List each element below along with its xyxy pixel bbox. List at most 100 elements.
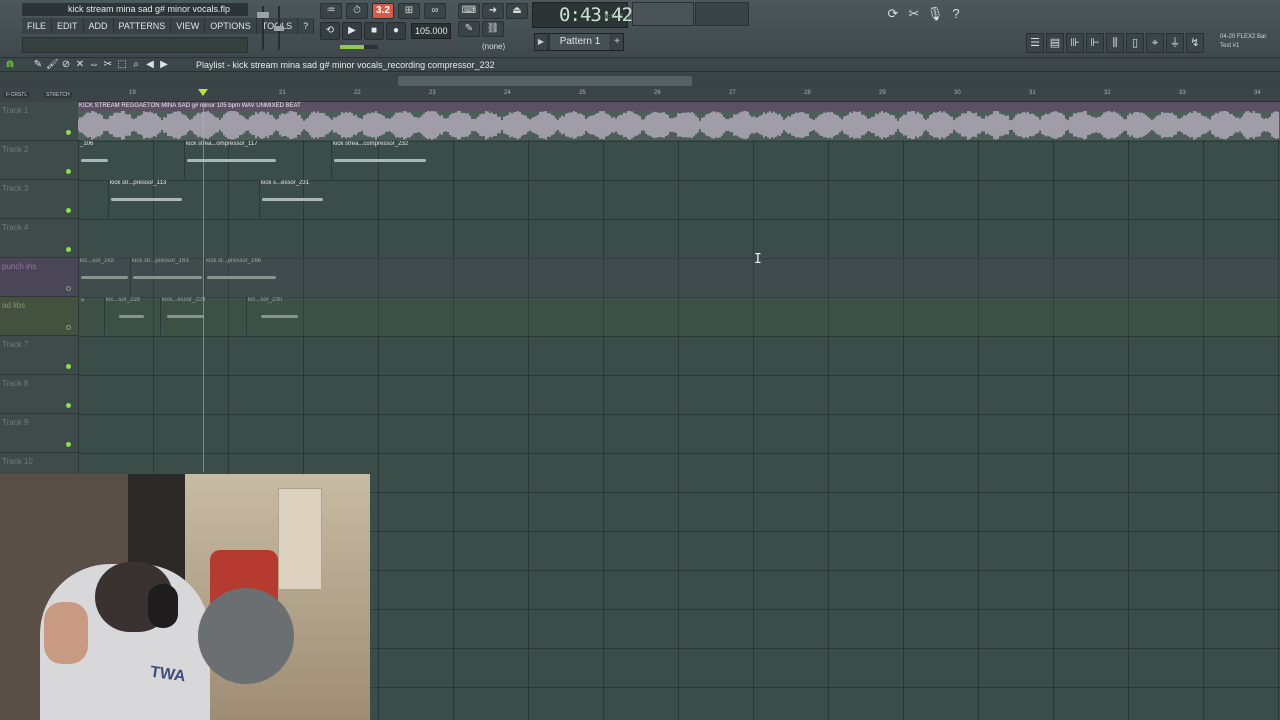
ruler-option-2[interactable]: STRETCH xyxy=(44,92,72,98)
menu-patterns[interactable]: PATTERNS xyxy=(113,18,172,34)
record-button[interactable]: ● xyxy=(386,22,406,40)
audio-clip-muted[interactable]: kick...essor_229 xyxy=(160,297,226,335)
countdown-icon[interactable]: ⏏ xyxy=(506,3,528,19)
metronome-icon[interactable]: ♒ xyxy=(320,3,342,19)
audio-clip-beat[interactable]: KICK STREAM REGGAETON MINA SAD g# minor … xyxy=(78,102,1280,140)
plugin-picker-icon[interactable]: ⌖ xyxy=(1146,33,1164,53)
menu-view[interactable]: VIEW xyxy=(171,18,206,34)
blend-notes-icon[interactable]: ⊞ xyxy=(398,3,420,19)
track-header[interactable]: Track 2 xyxy=(0,141,78,180)
channel-rack-icon[interactable]: ▤ xyxy=(1046,33,1064,53)
playlist-title[interactable]: Playlist - kick stream mina sad g# minor… xyxy=(196,58,495,72)
loop-record-icon[interactable]: ∞ xyxy=(424,3,446,19)
track-enable-led[interactable] xyxy=(66,130,71,135)
playback-tool-icon[interactable]: ◀ xyxy=(144,58,156,72)
time-ruler[interactable]: 19 21 22 23 24 25 26 27 28 29 30 31 32 3… xyxy=(78,88,1280,102)
wait-input-icon[interactable]: ⏱ xyxy=(346,3,368,19)
plugin-database-icon[interactable]: ▯ xyxy=(1126,33,1144,53)
piano-roll-icon[interactable]: ⊪ xyxy=(1066,33,1084,53)
mute-tool-icon[interactable]: ✕ xyxy=(74,58,86,72)
playlist-arrow-icon[interactable]: ▶ xyxy=(158,58,170,72)
menu-edit[interactable]: EDIT xyxy=(52,18,84,34)
clip-label: _106 xyxy=(80,141,94,147)
audio-clip-muted[interactable]: ✕ xyxy=(78,297,104,335)
horizontal-scrollbar[interactable] xyxy=(398,76,692,86)
tools-icon[interactable]: ✂ xyxy=(905,4,923,24)
track-enable-led[interactable] xyxy=(66,169,71,174)
refresh-icon[interactable]: ⟳ xyxy=(884,4,902,24)
track-header[interactable]: Track 7 xyxy=(0,336,78,375)
pattern-prev-icon[interactable]: ▶ xyxy=(535,34,547,50)
mixer-icon[interactable]: ⫼ xyxy=(1106,33,1124,53)
pattern-selector[interactable]: ▶ Pattern 1 + xyxy=(534,33,624,51)
ruler-option-1[interactable]: F-CRSTL xyxy=(4,92,30,98)
audio-clip[interactable]: kick s...essor_231 xyxy=(259,180,325,218)
microphone-foam xyxy=(198,588,294,684)
track-name: Track 1 xyxy=(2,106,29,115)
add-pattern-icon[interactable]: + xyxy=(611,34,623,50)
help-icon[interactable]: ? xyxy=(947,4,965,24)
audio-clip[interactable]: kick str...pressor_113 xyxy=(108,180,184,218)
audio-clip-muted[interactable]: kic...sor_228 xyxy=(104,297,160,335)
paint-tool-icon[interactable]: 🖌 xyxy=(46,58,59,72)
track-header[interactable]: punch ins xyxy=(0,258,78,297)
playhead-marker[interactable] xyxy=(198,89,208,96)
pat-song-toggle[interactable]: 3.2 xyxy=(372,3,394,19)
track-header[interactable]: Track 1 xyxy=(0,102,78,141)
audio-clip-muted[interactable]: kic...sor_230 xyxy=(246,297,300,335)
news-panel[interactable]: 04-20 FLEX2 Bar Test #1 xyxy=(1216,33,1280,53)
zoom-tool-icon[interactable]: ⌕ xyxy=(130,58,142,72)
magnet-icon[interactable]: ⋒ xyxy=(4,58,16,72)
track-enable-led[interactable] xyxy=(66,325,71,330)
loop-icon[interactable]: ⟲ xyxy=(320,22,340,40)
draw-tool-icon[interactable]: ✎ xyxy=(32,58,44,72)
tempo-tapper-icon[interactable]: ↯ xyxy=(1186,33,1204,53)
menu-help[interactable]: ? xyxy=(298,18,315,34)
ruler-number: 21 xyxy=(279,90,286,96)
slice-tool-icon[interactable]: ✂ xyxy=(102,58,114,72)
menu-add[interactable]: ADD xyxy=(83,18,114,34)
track-enable-led[interactable] xyxy=(66,208,71,213)
track-enable-led[interactable] xyxy=(66,286,71,291)
menu-options[interactable]: OPTIONS xyxy=(205,18,257,34)
track-enable-led[interactable] xyxy=(66,247,71,252)
delete-tool-icon[interactable]: ⊘ xyxy=(60,58,72,72)
microphone-icon[interactable]: 🎙 xyxy=(926,4,944,24)
play-button[interactable]: ▶ xyxy=(342,22,362,40)
audio-clip[interactable]: kick strea...ompressor_117 xyxy=(184,141,278,179)
link-icon[interactable]: ⛓ xyxy=(482,21,504,37)
ruler-number: 33 xyxy=(1179,90,1186,96)
browser-icon[interactable]: ⊩ xyxy=(1086,33,1104,53)
track-header[interactable]: Track 9 xyxy=(0,414,78,453)
song-time-display[interactable]: 0:43:42 M:S:CS xyxy=(532,2,633,28)
audio-clip-muted[interactable]: kick str...pressor_163 xyxy=(130,258,204,296)
track-enable-led[interactable] xyxy=(66,442,71,447)
snap-selector[interactable]: (none) xyxy=(478,40,528,53)
touch-controller-icon[interactable]: ⏚ xyxy=(1166,33,1184,53)
playlist-window-icon[interactable]: ☰ xyxy=(1026,33,1044,53)
track-header[interactable]: Track 8 xyxy=(0,375,78,414)
track-header[interactable]: ad libs xyxy=(0,297,78,336)
step-edit-icon[interactable]: ➜ xyxy=(482,3,504,19)
menu-file[interactable]: FILE xyxy=(22,18,53,34)
track-enable-led[interactable] xyxy=(66,403,71,408)
track-header[interactable]: Track 4 xyxy=(0,219,78,258)
tempo-display[interactable]: 105.000 xyxy=(411,23,451,39)
tempo-slider[interactable] xyxy=(340,45,378,49)
master-volume-slider[interactable] xyxy=(254,4,272,54)
track-enable-led[interactable] xyxy=(66,364,71,369)
typing-keyboard-icon[interactable]: ⌨ xyxy=(458,3,480,19)
audio-clip-muted[interactable]: kic...sor_162 xyxy=(78,258,130,296)
track-header[interactable]: Track 3 xyxy=(0,180,78,219)
pencil-icon[interactable]: ✎ xyxy=(458,21,480,37)
playback-position-line xyxy=(203,102,204,472)
audio-clip[interactable]: kick strea...compressor_232 xyxy=(331,141,428,179)
waveform xyxy=(81,276,128,279)
stop-button[interactable]: ■ xyxy=(364,22,384,40)
master-pitch-slider[interactable] xyxy=(274,4,284,54)
audio-clip-muted[interactable]: kick st...pressor_166 xyxy=(204,258,278,296)
slip-tool-icon[interactable]: ⇔ xyxy=(88,58,100,72)
audio-clip[interactable]: _106 xyxy=(78,141,110,179)
waveform xyxy=(262,198,323,201)
select-tool-icon[interactable]: ⬚ xyxy=(116,58,128,72)
